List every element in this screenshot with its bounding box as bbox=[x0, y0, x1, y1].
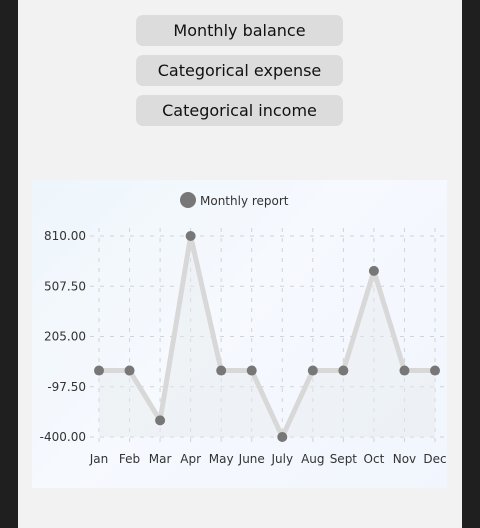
legend-marker bbox=[180, 192, 196, 208]
y-tick-label: 205.00 bbox=[44, 330, 86, 344]
x-tick-label: Nov bbox=[393, 452, 416, 466]
y-tick-label: -97.50 bbox=[47, 380, 86, 394]
y-tick-label: 507.50 bbox=[44, 279, 86, 293]
y-tick-label: -400.00 bbox=[40, 430, 86, 444]
monthly-balance-button[interactable]: Monthly balance bbox=[136, 15, 343, 46]
data-point bbox=[399, 365, 410, 376]
data-point bbox=[277, 432, 288, 442]
categorical-income-button[interactable]: Categorical income bbox=[136, 95, 343, 126]
data-point bbox=[216, 365, 227, 376]
x-tick-label: Jan bbox=[89, 452, 109, 466]
x-tick-label: Sept bbox=[330, 452, 358, 466]
data-point bbox=[338, 365, 349, 376]
x-tick-label: July bbox=[270, 452, 293, 466]
data-point bbox=[124, 365, 135, 376]
data-point bbox=[185, 231, 196, 241]
x-tick-label: Dec bbox=[423, 452, 446, 466]
data-point bbox=[307, 365, 318, 376]
data-point bbox=[430, 365, 440, 376]
data-point bbox=[94, 365, 104, 376]
chart-legend: Monthly report bbox=[180, 192, 289, 208]
data-point bbox=[246, 365, 257, 376]
x-tick-label: Aug bbox=[301, 452, 324, 466]
x-axis-labels: Jan Feb Mar Apr May June July Aug Sept Oct Nov Dec bbox=[89, 452, 447, 466]
y-axis-labels: 810.00 507.50 205.00 -97.50 -400.00 bbox=[40, 229, 86, 444]
x-tick-label: Oct bbox=[364, 452, 385, 466]
chart-canvas: 810.00 507.50 205.00 -97.50 -400.00 Jan Feb Ma… bbox=[40, 192, 447, 466]
legend-label: Monthly report bbox=[200, 194, 289, 208]
x-tick-label: Apr bbox=[180, 452, 201, 466]
data-point bbox=[155, 415, 166, 426]
app-screen: Monthly balance Categorical expense Cate… bbox=[18, 0, 462, 528]
x-tick-label: Feb bbox=[119, 452, 140, 466]
y-tick-label: 810.00 bbox=[44, 229, 86, 243]
data-point bbox=[368, 265, 379, 276]
x-tick-label: Mar bbox=[149, 452, 172, 466]
categorical-expense-button[interactable]: Categorical expense bbox=[136, 55, 343, 86]
x-tick-label: June bbox=[238, 452, 265, 466]
monthly-report-chart: 810.00 507.50 205.00 -97.50 -400.00 Jan Feb Ma… bbox=[32, 180, 447, 488]
x-tick-label: May bbox=[209, 452, 234, 466]
